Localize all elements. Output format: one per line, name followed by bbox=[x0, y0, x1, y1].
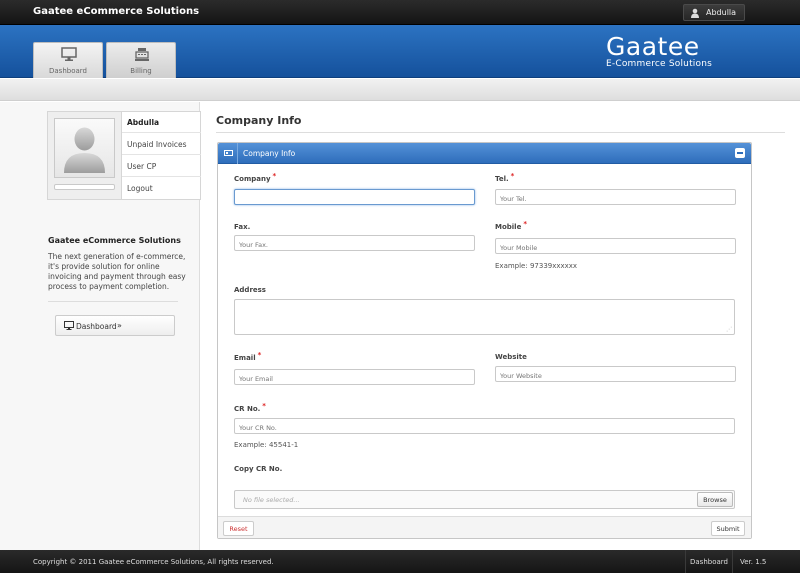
cash-register-icon bbox=[135, 48, 149, 61]
file-upload-field[interactable]: No file selected... Browse bbox=[234, 490, 735, 509]
submit-button[interactable]: Submit bbox=[711, 521, 745, 536]
collapse-icon[interactable] bbox=[735, 148, 745, 158]
sidebar-item-logout[interactable]: Logout bbox=[122, 178, 201, 199]
panel-title: Company Info bbox=[243, 149, 296, 158]
copyright-text: Copyright © 2011 Gaatee eCommerce Soluti… bbox=[33, 558, 274, 566]
mobile-hint: Example: 97339xxxxxx bbox=[495, 262, 578, 270]
tab-label: Billing bbox=[130, 67, 152, 75]
required-marker: * bbox=[523, 220, 528, 228]
footer-dashboard-link[interactable]: Dashboard bbox=[685, 550, 733, 573]
user-icon bbox=[691, 8, 699, 18]
panel-header: Company Info bbox=[218, 143, 751, 164]
reset-button[interactable]: Reset bbox=[223, 521, 254, 536]
email-input[interactable] bbox=[234, 369, 475, 385]
tab-dashboard[interactable]: Dashboard bbox=[33, 42, 103, 78]
mobile-input[interactable] bbox=[495, 238, 736, 254]
company-label: Company * bbox=[234, 172, 277, 183]
email-label: Email * bbox=[234, 351, 262, 362]
profile-name: Abdulla bbox=[122, 112, 201, 133]
cr-no-label: CR No. * bbox=[234, 402, 266, 413]
chevron-right-icon: » bbox=[117, 321, 122, 330]
divider bbox=[216, 132, 785, 133]
brand-logo: Gaatee E-Commerce Solutions bbox=[606, 32, 712, 70]
version-label: Ver. 1.5 bbox=[740, 558, 767, 566]
logo-tagline: E-Commerce Solutions bbox=[606, 59, 712, 69]
required-marker: * bbox=[272, 172, 277, 180]
address-textarea[interactable]: ⋰ bbox=[234, 299, 735, 335]
dashboard-link-label: Dashboard bbox=[76, 322, 117, 331]
tel-input[interactable] bbox=[495, 189, 736, 205]
tab-label: Dashboard bbox=[49, 67, 87, 75]
main-content: Company Info Company Info Company * Tel. *… bbox=[201, 102, 800, 550]
top-bar: Gaatee eCommerce Solutions Abdulla bbox=[0, 0, 800, 25]
divider bbox=[237, 143, 238, 164]
sidebar: Abdulla Unpaid Invoices User CP Logout G… bbox=[0, 102, 201, 550]
monitor-icon bbox=[61, 47, 77, 61]
divider bbox=[48, 301, 178, 302]
logo-name: Gaatee bbox=[606, 32, 700, 61]
required-marker: * bbox=[257, 351, 262, 359]
page-title: Company Info bbox=[216, 114, 302, 127]
panel-window-icon bbox=[224, 150, 233, 156]
sidebar-dashboard-button[interactable]: Dashboard » bbox=[55, 315, 175, 336]
app-title: Gaatee eCommerce Solutions bbox=[33, 6, 200, 17]
profile-card: Abdulla Unpaid Invoices User CP Logout bbox=[47, 111, 201, 200]
monitor-icon bbox=[64, 321, 74, 330]
sidebar-item-unpaid-invoices[interactable]: Unpaid Invoices bbox=[122, 134, 201, 155]
website-input[interactable] bbox=[495, 366, 736, 382]
tel-label: Tel. * bbox=[495, 172, 515, 183]
company-input[interactable] bbox=[234, 189, 475, 205]
about-text: The next generation of e-commerce, it's … bbox=[48, 252, 186, 291]
copy-cr-label: Copy CR No. bbox=[234, 465, 283, 473]
avatar-status-bar bbox=[54, 184, 115, 190]
resize-grip-icon[interactable]: ⋰ bbox=[726, 326, 732, 333]
sidebar-item-user-cp[interactable]: User CP bbox=[122, 156, 201, 177]
cr-no-input[interactable] bbox=[234, 418, 735, 434]
required-marker: * bbox=[510, 172, 515, 180]
required-marker: * bbox=[262, 402, 266, 410]
mobile-label: Mobile * bbox=[495, 220, 528, 231]
company-info-panel: Company Info Company* Tel.* Fax. Mobile*… bbox=[217, 142, 752, 539]
fax-label: Fax. bbox=[234, 223, 251, 231]
cr-no-hint: Example: 45541-1 bbox=[234, 441, 299, 449]
user-name: Abdulla bbox=[706, 8, 737, 17]
file-placeholder: No file selected... bbox=[243, 496, 300, 504]
user-silhouette-icon bbox=[64, 127, 105, 173]
tab-billing[interactable]: Billing bbox=[106, 42, 176, 78]
browse-button[interactable]: Browse bbox=[697, 492, 733, 507]
address-label: Address bbox=[234, 286, 266, 294]
website-label: Website bbox=[495, 353, 527, 361]
avatar-frame bbox=[48, 112, 122, 199]
fax-input[interactable] bbox=[234, 235, 475, 251]
about-title: Gaatee eCommerce Solutions bbox=[48, 236, 181, 245]
sub-toolbar bbox=[0, 79, 800, 101]
panel-footer: Reset Submit bbox=[218, 516, 751, 538]
user-menu-button[interactable]: Abdulla bbox=[683, 4, 745, 21]
avatar bbox=[54, 118, 115, 178]
header-banner: Dashboard Billing Gaatee E-Commerce Solu… bbox=[0, 25, 800, 78]
footer: Copyright © 2011 Gaatee eCommerce Soluti… bbox=[0, 550, 800, 573]
